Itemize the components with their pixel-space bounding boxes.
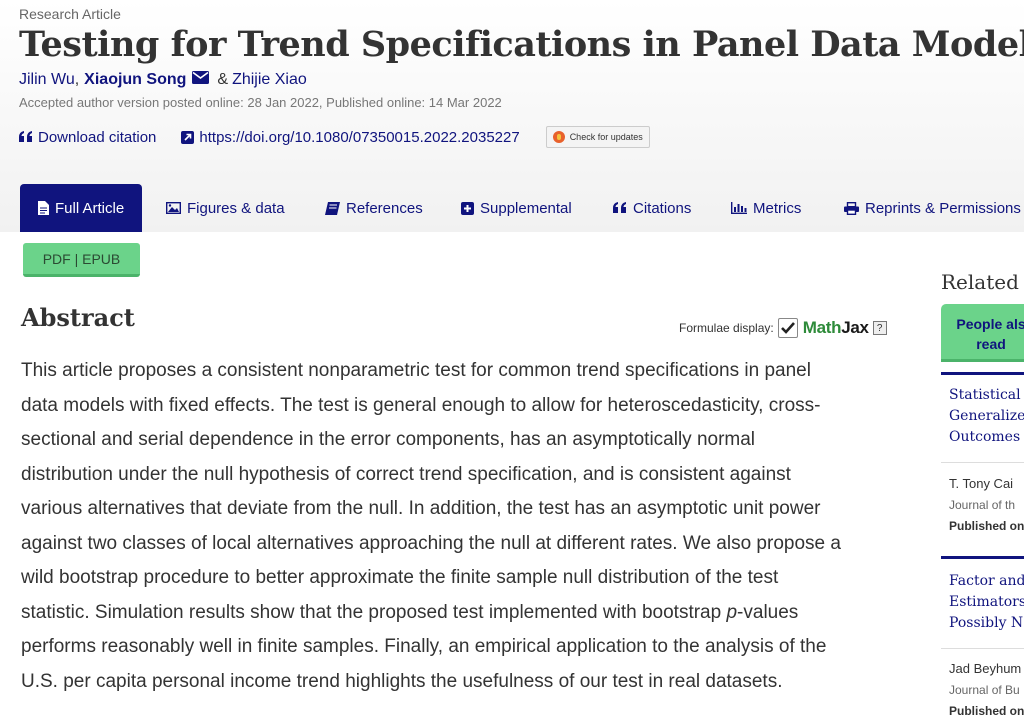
related-item-divider bbox=[941, 462, 1024, 463]
related-item-divider bbox=[941, 648, 1024, 649]
tab-references[interactable]: References bbox=[325, 184, 423, 232]
tab-label: Reprints & Permissions bbox=[865, 199, 1021, 217]
book-icon bbox=[325, 201, 340, 215]
checkmark-icon bbox=[780, 322, 795, 334]
author-list: Jilin Wu , Xiaojun Song & Zhijie Xiao bbox=[19, 71, 307, 89]
related-article-published: Published on bbox=[949, 704, 1024, 718]
related-article-title[interactable]: Generalize bbox=[949, 406, 1024, 427]
related-divider bbox=[941, 372, 1024, 375]
abstract-line: performs reasonably well in finite sampl… bbox=[21, 636, 827, 657]
check-updates-label: Check for updates bbox=[569, 132, 643, 142]
tab-figures-data[interactable]: Figures & data bbox=[166, 184, 285, 232]
tab-label: Metrics bbox=[753, 199, 802, 217]
quote-icon bbox=[19, 131, 33, 143]
abstract-line: statistic. Simulation results show that … bbox=[21, 596, 901, 631]
related-article-title[interactable]: Outcomes bbox=[949, 427, 1024, 448]
tab-citations[interactable]: Citations bbox=[613, 184, 691, 232]
people-tab-line: read bbox=[976, 336, 1006, 352]
plus-square-icon bbox=[461, 201, 474, 215]
author-link[interactable]: Jilin Wu bbox=[19, 71, 75, 89]
tab-label: Full Article bbox=[55, 199, 125, 217]
doi-link[interactable]: https://doi.org/10.1080/07350015.2022.20… bbox=[181, 128, 520, 146]
image-icon bbox=[166, 202, 181, 214]
article-type: Research Article bbox=[19, 6, 121, 22]
tab-label: Citations bbox=[633, 199, 692, 217]
abstract-line: U.S. per capita personal income trend hi… bbox=[21, 670, 783, 692]
author-link[interactable]: Zhijie Xiao bbox=[232, 71, 307, 89]
tab-reprints-permissions[interactable]: Reprints & Permissions bbox=[844, 184, 1021, 232]
article-title: Testing for Trend Specifications in Pane… bbox=[19, 24, 1024, 65]
abstract-line-text: statistic. Simulation results show that … bbox=[21, 601, 727, 623]
abstract-line-italic: p bbox=[726, 601, 738, 623]
related-article-title[interactable]: Estimators bbox=[949, 592, 1024, 613]
download-citation-link[interactable]: Download citation bbox=[19, 129, 156, 146]
tab-label: Figures & data bbox=[187, 199, 285, 217]
formulae-display-label: Formulae display: bbox=[679, 321, 774, 335]
related-article-title[interactable]: Possibly N bbox=[949, 613, 1024, 634]
related-article-author: Jad Beyhum bbox=[949, 661, 1022, 676]
tab-supplemental[interactable]: Supplemental bbox=[461, 184, 572, 232]
related-article-title[interactable]: Factor and bbox=[949, 571, 1024, 592]
abstract-line: sectional and serial dependence in the e… bbox=[21, 429, 756, 450]
related-article: Statistical Generalize Outcomes bbox=[949, 385, 1024, 448]
tab-label: Supplemental bbox=[480, 199, 572, 217]
abstract-line: wild bootstrap procedure to better appro… bbox=[21, 567, 779, 588]
abstract-line: distribution under the null hypothesis o… bbox=[21, 463, 791, 485]
abstract-heading: Abstract bbox=[21, 303, 135, 332]
people-also-read-tab[interactable]: People als read bbox=[941, 304, 1024, 362]
envelope-icon[interactable] bbox=[192, 71, 210, 89]
crossmark-icon bbox=[552, 131, 565, 143]
article-tabs: Full Article Figures & data References S… bbox=[0, 184, 1024, 232]
related-heading: Related bbox=[941, 270, 1019, 294]
related-divider bbox=[941, 556, 1024, 559]
check-for-updates-button[interactable]: Check for updates bbox=[545, 126, 650, 148]
citation-row: Download citation https://doi.org/10.108… bbox=[19, 126, 650, 148]
quote-icon bbox=[613, 202, 627, 214]
related-article-author: T. Tony Cai bbox=[949, 476, 1014, 491]
related-article-journal: Journal of Bu bbox=[949, 683, 1020, 697]
tab-metrics[interactable]: Metrics bbox=[731, 184, 801, 232]
abstract-line: This article proposes a consistent nonpa… bbox=[21, 360, 811, 381]
abstract-body: This article proposes a consistent nonpa… bbox=[21, 354, 901, 699]
mathjax-logo-label: MathJax bbox=[802, 318, 869, 337]
related-article-published: Published on bbox=[949, 519, 1024, 533]
doi-label: https://doi.org/10.1080/07350015.2022.20… bbox=[199, 128, 520, 146]
print-icon bbox=[844, 201, 859, 215]
mathjax-logo: MathJax bbox=[803, 318, 869, 338]
abstract-line-text: -values bbox=[737, 601, 799, 623]
related-article-journal: Journal of th bbox=[949, 498, 1016, 512]
people-tab-line: People als bbox=[956, 316, 1024, 332]
related-article-title[interactable]: Statistical bbox=[949, 385, 1024, 406]
author-link[interactable]: Xiaojun Song bbox=[84, 71, 186, 89]
related-article-meta: T. Tony Cai Journal of th Published on bbox=[949, 474, 1024, 536]
download-citation-label: Download citation bbox=[38, 128, 157, 146]
abstract-line: data models with fixed effects. The test… bbox=[21, 394, 821, 416]
pdf-epub-button[interactable]: PDF | EPUB bbox=[23, 243, 140, 277]
tab-label: References bbox=[346, 199, 423, 217]
formulae-display-control: Formulae display: MathJax ? bbox=[679, 318, 887, 338]
document-icon bbox=[38, 201, 49, 215]
abstract-line: various alternatives that deviate from t… bbox=[21, 498, 821, 519]
external-link-icon bbox=[181, 130, 195, 144]
author-separator: & bbox=[217, 71, 229, 88]
abstract-line: against two classes of local alternative… bbox=[21, 532, 841, 554]
related-article-meta: Jad Beyhum Journal of Bu Published on bbox=[949, 659, 1024, 721]
mathjax-checkbox[interactable] bbox=[777, 318, 798, 338]
tab-full-article[interactable]: Full Article bbox=[20, 184, 143, 232]
bar-chart-icon bbox=[731, 202, 747, 214]
author-separator: , bbox=[74, 71, 80, 88]
help-icon[interactable]: ? bbox=[872, 321, 887, 335]
publication-dates: Accepted author version posted online: 2… bbox=[19, 95, 502, 110]
related-article: Factor and Estimators Possibly N bbox=[949, 571, 1024, 634]
